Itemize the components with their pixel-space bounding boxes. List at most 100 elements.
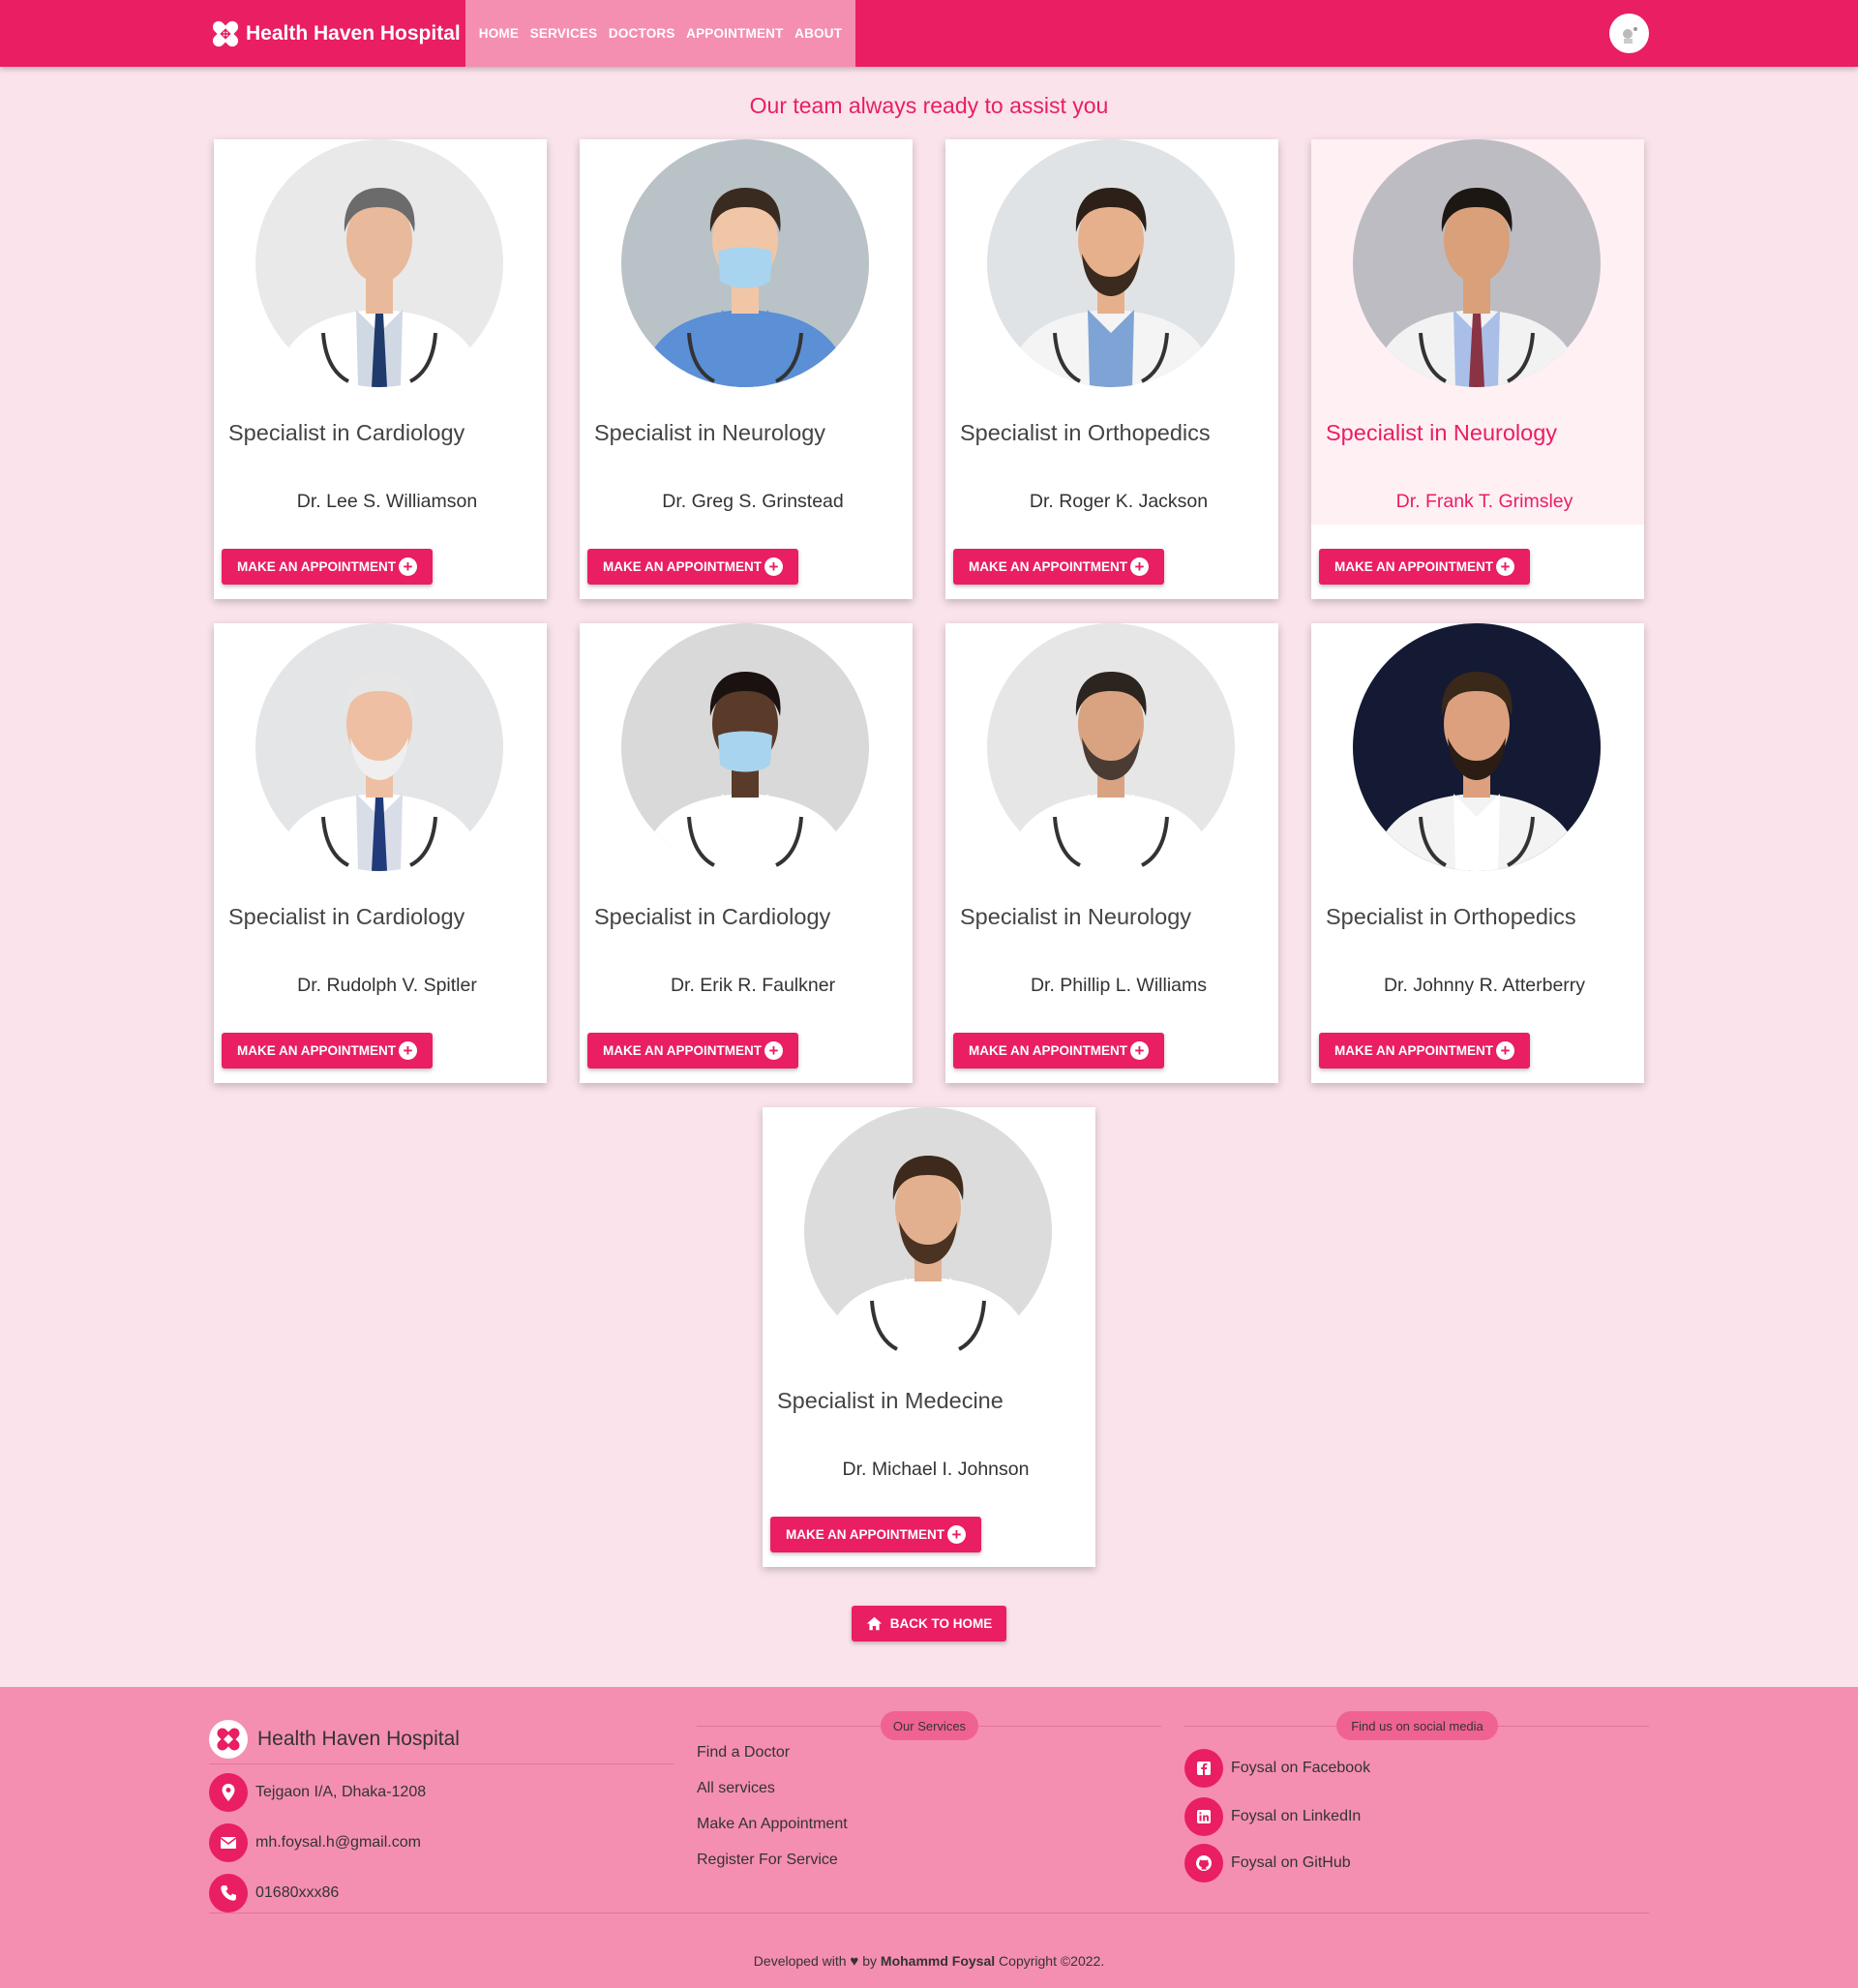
doctor-card-body: Specialist in Cardiology Dr. Lee S. Will…: [214, 139, 547, 525]
social-heading: Find us on social media: [1336, 1711, 1498, 1740]
copyright-suffix: Copyright ©2022.: [999, 1953, 1105, 1969]
make-appointment-link[interactable]: Make An Appointment: [697, 1816, 848, 1833]
make-appointment-label: MAKE AN APPOINTMENT: [603, 1043, 762, 1058]
plus-circle-icon: +: [947, 1525, 966, 1544]
doctor-photo: [255, 623, 503, 871]
linkedin-link[interactable]: Foysal on LinkedIn: [1184, 1797, 1361, 1836]
plus-circle-icon: +: [1496, 557, 1514, 576]
doctor-card: Specialist in Orthopedics Dr. Johnny R. …: [1311, 623, 1644, 1083]
doctor-card-body: Specialist in Medecine Dr. Michael I. Jo…: [763, 1107, 1095, 1492]
doctor-card: Specialist in Orthopedics Dr. Roger K. J…: [945, 139, 1278, 599]
footer-email[interactable]: mh.foysal.h@gmail.com: [209, 1823, 421, 1862]
doctor-name: Dr. Greg S. Grinstead: [662, 491, 844, 512]
doctor-card: Specialist in Neurology Dr. Phillip L. W…: [945, 623, 1278, 1083]
phone-icon: [209, 1874, 248, 1913]
doctor-specialty: Specialist in Cardiology: [594, 904, 831, 929]
footer-address: Tejgaon I/A, Dhaka-1208: [209, 1773, 426, 1812]
plus-circle-icon: +: [1496, 1041, 1514, 1060]
make-appointment-label: MAKE AN APPOINTMENT: [603, 559, 762, 574]
make-appointment-label: MAKE AN APPOINTMENT: [786, 1527, 944, 1542]
copyright-prefix: Developed with: [753, 1953, 847, 1969]
all-services-link[interactable]: All services: [697, 1780, 775, 1797]
plus-circle-icon: +: [1130, 557, 1149, 576]
nav-doctors[interactable]: DOCTORS: [609, 26, 675, 41]
doctor-photo: [621, 139, 869, 387]
make-appointment-label: MAKE AN APPOINTMENT: [1334, 1043, 1493, 1058]
doctor-card: Specialist in Cardiology Dr. Rudolph V. …: [214, 623, 547, 1083]
doctor-photo: [1353, 623, 1601, 871]
user-avatar[interactable]: [1609, 14, 1649, 53]
copyright: Developed with ♥ by Mohammd Foysal Copyr…: [0, 1953, 1858, 1970]
make-appointment-button[interactable]: MAKE AN APPOINTMENT +: [587, 549, 798, 585]
linkedin-icon: [1184, 1797, 1223, 1836]
make-appointment-label: MAKE AN APPOINTMENT: [969, 1043, 1127, 1058]
doctor-specialty: Specialist in Orthopedics: [1326, 904, 1576, 929]
copyright-by: by: [862, 1953, 878, 1969]
doctor-card-body: Specialist in Cardiology Dr. Erik R. Fau…: [580, 623, 913, 1009]
make-appointment-button[interactable]: MAKE AN APPOINTMENT +: [770, 1517, 981, 1552]
doctor-name: Dr. Lee S. Williamson: [296, 491, 478, 512]
brand-link[interactable]: Health Haven Hospital: [209, 17, 461, 49]
doctor-photo: [987, 139, 1235, 387]
doctor-photo: [255, 139, 503, 387]
plus-circle-icon: +: [764, 1041, 783, 1060]
services-heading: Our Services: [881, 1711, 978, 1740]
nav-about[interactable]: ABOUT: [794, 26, 842, 41]
plus-circle-icon: +: [399, 1041, 417, 1060]
make-appointment-button[interactable]: MAKE AN APPOINTMENT +: [222, 549, 433, 585]
make-appointment-button[interactable]: MAKE AN APPOINTMENT +: [222, 1033, 433, 1069]
mail-icon: [209, 1823, 248, 1862]
doctor-specialty: Specialist in Cardiology: [228, 420, 465, 445]
brand-name: Health Haven Hospital: [246, 21, 461, 45]
footer-address-text: Tejgaon I/A, Dhaka-1208: [255, 1784, 427, 1800]
doctor-card: Specialist in Cardiology Dr. Erik R. Fau…: [580, 623, 913, 1083]
location-pin-icon: [209, 1773, 248, 1812]
find-doctor-link[interactable]: Find a Doctor: [697, 1744, 790, 1762]
doctor-specialty: Specialist in Cardiology: [228, 904, 465, 929]
doctor-specialty: Specialist in Neurology: [1326, 420, 1558, 445]
doctor-name: Dr. Erik R. Faulkner: [670, 975, 836, 996]
heart-icon: ♥: [850, 1953, 859, 1970]
footer-brand-divider: [209, 1763, 674, 1764]
user-avatar-icon: [1622, 26, 1637, 44]
doctor-card-body: Specialist in Cardiology Dr. Rudolph V. …: [214, 623, 547, 1009]
nav-menu: HOME SERVICES DOCTORS APPOINTMENT ABOUT: [465, 0, 855, 67]
nav-home[interactable]: HOME: [479, 26, 519, 41]
plus-circle-icon: +: [399, 557, 417, 576]
register-service-link[interactable]: Register For Service: [697, 1852, 838, 1869]
doctor-photo: [987, 623, 1235, 871]
facebook-icon: [1184, 1749, 1223, 1788]
footer-phone[interactable]: 01680xxx86: [209, 1874, 339, 1913]
github-link[interactable]: Foysal on GitHub: [1184, 1844, 1351, 1883]
bandage-logo-icon: [212, 20, 239, 46]
make-appointment-label: MAKE AN APPOINTMENT: [237, 1043, 396, 1058]
footer-brand[interactable]: Health Haven Hospital: [209, 1720, 460, 1759]
doctor-card: Specialist in Cardiology Dr. Lee S. Will…: [214, 139, 547, 599]
make-appointment-button[interactable]: MAKE AN APPOINTMENT +: [1319, 1033, 1530, 1069]
doctor-photo: [621, 623, 869, 871]
make-appointment-button[interactable]: MAKE AN APPOINTMENT +: [953, 1033, 1164, 1069]
make-appointment-button[interactable]: MAKE AN APPOINTMENT +: [1319, 549, 1530, 585]
make-appointment-button[interactable]: MAKE AN APPOINTMENT +: [587, 1033, 798, 1069]
nav-appointment[interactable]: APPOINTMENT: [686, 26, 783, 41]
doctor-specialty: Specialist in Medecine: [777, 1388, 1004, 1413]
linkedin-link-label: Foysal on LinkedIn: [1231, 1808, 1362, 1824]
back-to-home-button[interactable]: BACK TO HOME: [852, 1606, 1006, 1642]
doctor-specialty: Specialist in Neurology: [594, 420, 826, 445]
doctor-card-body: Specialist in Neurology Dr. Phillip L. W…: [945, 623, 1278, 1009]
facebook-link[interactable]: Foysal on Facebook: [1184, 1749, 1370, 1788]
make-appointment-label: MAKE AN APPOINTMENT: [237, 559, 396, 574]
doctor-name: Dr. Phillip L. Williams: [1030, 975, 1208, 996]
doctor-card-body: Specialist in Orthopedics Dr. Johnny R. …: [1311, 623, 1644, 1009]
nav-services[interactable]: SERVICES: [530, 26, 598, 41]
make-appointment-button[interactable]: MAKE AN APPOINTMENT +: [953, 549, 1164, 585]
footer-brand-name: Health Haven Hospital: [257, 1728, 460, 1750]
doctor-name: Dr. Frank T. Grimsley: [1395, 491, 1573, 512]
github-link-label: Foysal on GitHub: [1231, 1854, 1351, 1871]
footer: Health Haven Hospital Tejgaon I/A, Dhaka…: [0, 1687, 1858, 1988]
doctor-card: Specialist in Neurology Dr. Greg S. Grin…: [580, 139, 913, 599]
doctor-card: Specialist in Neurology Dr. Frank T. Gri…: [1311, 139, 1644, 599]
doctor-card-body: Specialist in Neurology Dr. Frank T. Gri…: [1311, 139, 1644, 525]
doctor-card-body: Specialist in Orthopedics Dr. Roger K. J…: [945, 139, 1278, 525]
facebook-link-label: Foysal on Facebook: [1231, 1760, 1371, 1776]
